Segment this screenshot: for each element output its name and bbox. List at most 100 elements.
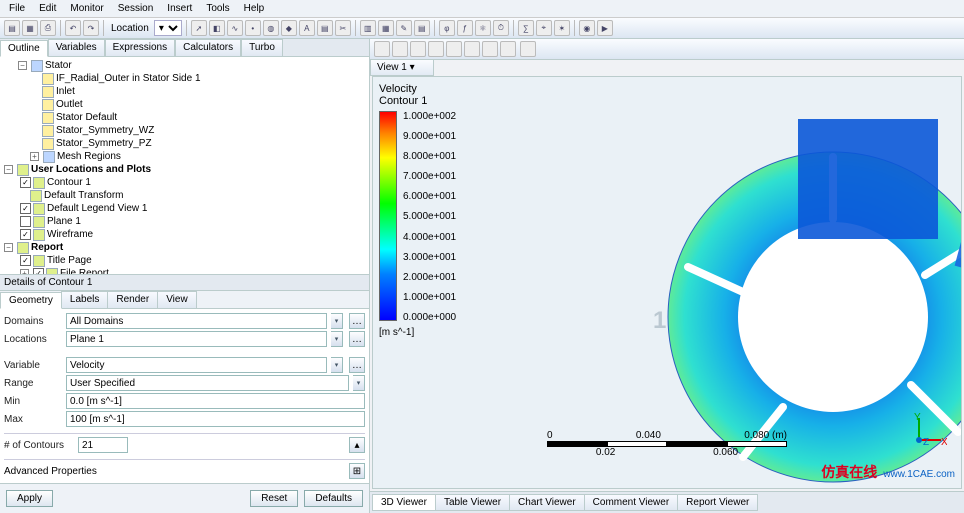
probe-icon[interactable]: ⌖	[536, 20, 552, 36]
tab-tableviewer[interactable]: Table Viewer	[435, 494, 510, 511]
menu-monitor[interactable]: Monitor	[67, 2, 106, 15]
tab-outline[interactable]: Outline	[0, 40, 48, 57]
comment-icon[interactable]: ✎	[396, 20, 412, 36]
viewport[interactable]: Velocity Contour 1 1.000e+002 9.000e+001…	[372, 76, 962, 489]
calc-icon[interactable]: ∑	[518, 20, 534, 36]
defaults-button[interactable]: Defaults	[304, 490, 363, 507]
collapse-icon[interactable]: −	[4, 165, 13, 174]
tree-wireframe[interactable]: Wireframe	[47, 228, 93, 241]
subtab-labels[interactable]: Labels	[61, 291, 108, 308]
tree-report[interactable]: Report	[31, 241, 63, 254]
menu-help[interactable]: Help	[241, 2, 268, 15]
tree-file-report[interactable]: File Report	[60, 267, 109, 274]
tree-mesh-regions[interactable]: Mesh Regions	[57, 150, 121, 163]
snapshot-icon[interactable]: ◉	[579, 20, 595, 36]
fit-icon[interactable]	[464, 41, 480, 57]
checkbox-icon[interactable]: ✓	[20, 255, 31, 266]
tree-sym-wz[interactable]: Stator_Symmetry_WZ	[56, 124, 154, 137]
location-select[interactable]: ▾	[154, 20, 182, 36]
report-icon[interactable]: ▤	[414, 20, 430, 36]
tab-variables[interactable]: Variables	[48, 39, 105, 56]
checkbox-icon[interactable]	[20, 216, 31, 227]
print-icon[interactable]: ⎙	[40, 20, 56, 36]
tree-stator-default[interactable]: Stator Default	[56, 111, 117, 124]
checkbox-icon[interactable]: ✓	[20, 203, 31, 214]
highlight-icon[interactable]	[500, 41, 516, 57]
tree-sym-pz[interactable]: Stator_Symmetry_PZ	[56, 137, 152, 150]
anim-icon[interactable]: ▶	[597, 20, 613, 36]
tab-chartviewer[interactable]: Chart Viewer	[509, 494, 585, 511]
variable-icon[interactable]: φ	[439, 20, 455, 36]
undo-icon[interactable]: ↶	[65, 20, 81, 36]
locations-input[interactable]: Plane 1	[66, 331, 327, 347]
tree-contour1[interactable]: Contour 1	[47, 176, 91, 189]
expand-icon[interactable]: +	[30, 152, 39, 161]
timestep-icon[interactable]: ⏱	[493, 20, 509, 36]
expand-icon[interactable]: ⊞	[349, 463, 365, 479]
zoom-icon[interactable]	[428, 41, 444, 57]
tree-title-page[interactable]: Title Page	[47, 254, 92, 267]
particle-icon[interactable]: •	[245, 20, 261, 36]
tab-calculators[interactable]: Calculators	[175, 39, 241, 56]
tab-turbo[interactable]: Turbo	[241, 39, 283, 56]
subtab-geometry[interactable]: Geometry	[0, 292, 62, 309]
tree-plane1[interactable]: Plane 1	[47, 215, 81, 228]
open-icon[interactable]: ▤	[4, 20, 20, 36]
dropdown-icon[interactable]: ▾	[353, 375, 365, 391]
stepper-icon[interactable]: ▴	[349, 437, 365, 453]
save-icon[interactable]: ▦	[22, 20, 38, 36]
ellipsis-button[interactable]: …	[349, 313, 365, 329]
collapse-icon[interactable]: −	[4, 243, 13, 252]
select-icon[interactable]	[374, 41, 390, 57]
checkbox-icon[interactable]: ✓	[20, 177, 31, 188]
tree-default-legend[interactable]: Default Legend View 1	[47, 202, 147, 215]
menu-tools[interactable]: Tools	[203, 2, 232, 15]
tab-reportviewer[interactable]: Report Viewer	[677, 494, 758, 511]
menu-file[interactable]: File	[6, 2, 28, 15]
contours-input[interactable]: 21	[78, 437, 128, 453]
legend-icon[interactable]: ▤	[317, 20, 333, 36]
menu-edit[interactable]: Edit	[36, 2, 59, 15]
chart-icon[interactable]: ▥	[360, 20, 376, 36]
tab-3dviewer[interactable]: 3D Viewer	[372, 494, 436, 511]
volume-icon[interactable]: ◍	[263, 20, 279, 36]
ellipsis-button[interactable]: …	[349, 331, 365, 347]
macro-icon[interactable]: ⚛	[475, 20, 491, 36]
table-icon[interactable]: ▦	[378, 20, 394, 36]
tab-expressions[interactable]: Expressions	[105, 39, 175, 56]
vector-icon[interactable]: ➚	[191, 20, 207, 36]
clip-icon[interactable]: ✂	[335, 20, 351, 36]
pan-icon[interactable]	[410, 41, 426, 57]
variable-input[interactable]: Velocity	[66, 357, 327, 373]
turbo-icon[interactable]: ✶	[554, 20, 570, 36]
streamline-icon[interactable]: ∿	[227, 20, 243, 36]
outline-tree[interactable]: −Stator IF_Radial_Outer in Stator Side 1…	[0, 57, 369, 274]
rotate-icon[interactable]	[392, 41, 408, 57]
tree-outlet[interactable]: Outlet	[56, 98, 83, 111]
tree-user-locations[interactable]: User Locations and Plots	[31, 163, 151, 176]
apply-button[interactable]: Apply	[6, 490, 53, 507]
refresh-icon[interactable]	[482, 41, 498, 57]
text-icon[interactable]: A	[299, 20, 315, 36]
tab-commentviewer[interactable]: Comment Viewer	[584, 494, 679, 511]
view-dd-icon[interactable]	[520, 41, 536, 57]
expression-icon[interactable]: ƒ	[457, 20, 473, 36]
max-input[interactable]: 100 [m s^-1]	[66, 411, 365, 427]
collapse-icon[interactable]: −	[18, 61, 27, 70]
tree-stator[interactable]: Stator	[45, 59, 72, 72]
subtab-view[interactable]: View	[157, 291, 197, 308]
redo-icon[interactable]: ↷	[83, 20, 99, 36]
dropdown-icon[interactable]: ▾	[331, 357, 343, 373]
ellipsis-button[interactable]: …	[349, 357, 365, 373]
dropdown-icon[interactable]: ▾	[331, 313, 343, 329]
min-input[interactable]: 0.0 [m s^-1]	[66, 393, 365, 409]
domains-input[interactable]: All Domains	[66, 313, 327, 329]
checkbox-icon[interactable]: ✓	[20, 229, 31, 240]
advanced-properties[interactable]: Advanced Properties	[4, 466, 97, 477]
subtab-render[interactable]: Render	[107, 291, 158, 308]
menu-session[interactable]: Session	[115, 2, 157, 15]
tree-inlet[interactable]: Inlet	[56, 85, 75, 98]
tree-default-transform[interactable]: Default Transform	[44, 189, 123, 202]
menu-insert[interactable]: Insert	[164, 2, 195, 15]
contour-icon[interactable]: ◧	[209, 20, 225, 36]
